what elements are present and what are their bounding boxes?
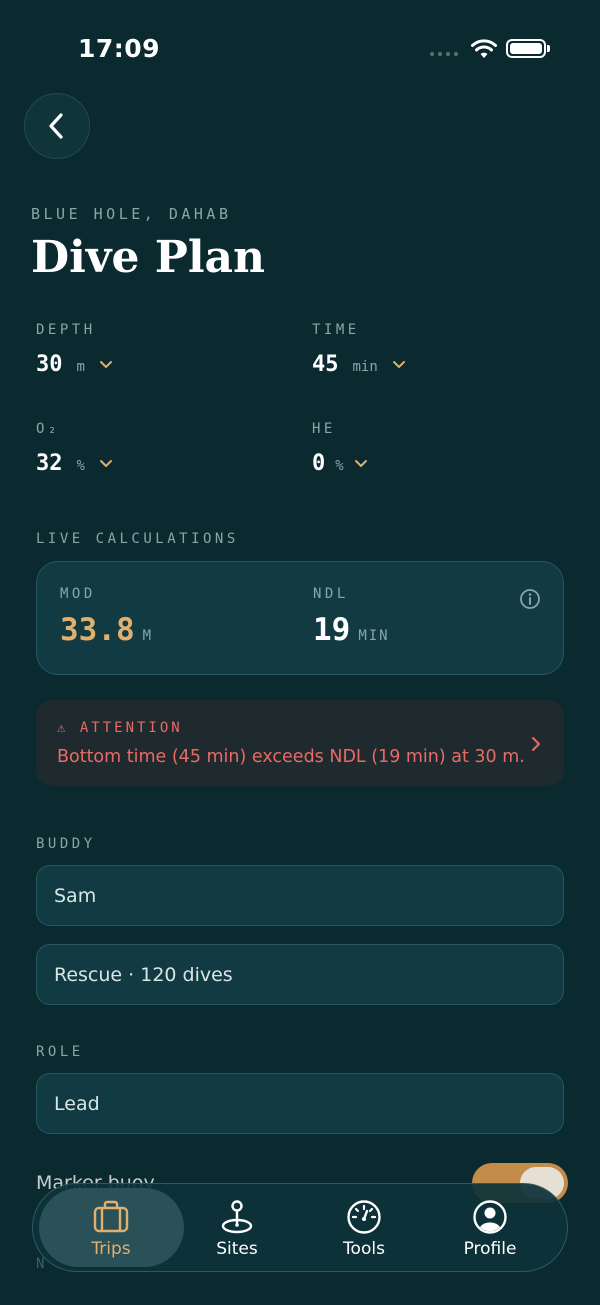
depth-label: DEPTH — [36, 322, 96, 338]
buddy-cert-field[interactable]: Rescue · 120 dives — [36, 944, 564, 1005]
o2-field: O₂ 32 % — [36, 421, 113, 476]
map-pin-icon — [221, 1199, 253, 1233]
back-button[interactable] — [24, 93, 90, 159]
ndl-label: NDL — [313, 586, 349, 602]
chevron-down-icon — [99, 460, 112, 468]
o2-unit: % — [76, 458, 85, 474]
role-label: ROLE — [36, 1044, 84, 1060]
briefcase-icon — [93, 1200, 129, 1232]
chevron-down-icon — [392, 361, 405, 369]
he-label: HE — [312, 421, 336, 437]
he-value: 0 — [312, 451, 326, 476]
mod-unit: M — [142, 628, 154, 644]
role-field[interactable]: Lead — [36, 1073, 564, 1134]
depth-selector[interactable]: 30 m — [36, 352, 113, 377]
live-calculations-card: MOD 33.8 M NDL 19 MIN — [36, 561, 564, 675]
time-unit: min — [352, 359, 378, 375]
depth-field: DEPTH 30 m — [36, 322, 113, 377]
he-unit: % — [335, 458, 344, 474]
o2-selector[interactable]: 32 % — [36, 451, 113, 476]
page-title: Dive Plan — [31, 232, 266, 283]
time-selector[interactable]: 45 min — [312, 352, 406, 377]
tab-tools[interactable]: Tools — [297, 1184, 431, 1273]
he-selector[interactable]: 0 % — [312, 451, 368, 476]
ndl-value: 19 — [313, 612, 351, 648]
wifi-icon — [471, 39, 497, 58]
tab-sites[interactable]: Sites — [170, 1184, 304, 1273]
chevron-down-icon — [354, 460, 367, 468]
mod-block: MOD 33.8 M — [60, 586, 153, 648]
location-eyebrow: BLUE HOLE, DAHAB — [31, 205, 232, 223]
time-value: 45 — [312, 352, 339, 377]
live-calculations-label: LIVE CALCULATIONS — [36, 531, 239, 547]
tab-sites-label: Sites — [216, 1238, 258, 1259]
alert-title: ⚠ ATTENTION — [57, 720, 183, 736]
chevron-left-icon — [49, 113, 63, 139]
mod-value: 33.8 — [60, 612, 135, 648]
tab-tools-label: Tools — [343, 1238, 385, 1259]
ndl-unit: MIN — [358, 628, 390, 644]
depth-unit: m — [76, 359, 85, 375]
o2-value: 32 — [36, 451, 63, 476]
gauge-icon — [347, 1199, 381, 1234]
status-bar: 17:09 — [0, 0, 600, 96]
cellular-signal-icon — [430, 52, 458, 56]
chevron-right-icon — [532, 737, 540, 751]
buddy-name-field[interactable]: Sam — [36, 865, 564, 926]
status-time: 17:09 — [78, 34, 161, 63]
tab-bar: Trips Sites Tools Profile — [32, 1183, 568, 1272]
chevron-down-icon — [99, 361, 112, 369]
depth-value: 30 — [36, 352, 63, 377]
ndl-warning-alert[interactable]: ⚠ ATTENTION Bottom time (45 min) exceeds… — [36, 700, 564, 786]
battery-icon — [506, 39, 546, 58]
time-label: TIME — [312, 322, 360, 338]
o2-label: O₂ — [36, 421, 60, 437]
info-icon[interactable] — [519, 588, 541, 610]
ndl-block: NDL 19 MIN — [313, 586, 390, 648]
mod-label: MOD — [60, 586, 96, 602]
he-field: HE 0 % — [312, 421, 368, 476]
tab-profile-label: Profile — [463, 1238, 517, 1259]
alert-message: Bottom time (45 min) exceeds NDL (19 min… — [57, 747, 525, 767]
tab-trips-label: Trips — [91, 1238, 131, 1259]
tab-trips[interactable]: Trips — [44, 1184, 178, 1273]
person-icon — [473, 1199, 507, 1234]
time-field: TIME 45 min — [312, 322, 406, 377]
tab-profile[interactable]: Profile — [423, 1184, 557, 1273]
buddy-label: BUDDY — [36, 836, 96, 852]
